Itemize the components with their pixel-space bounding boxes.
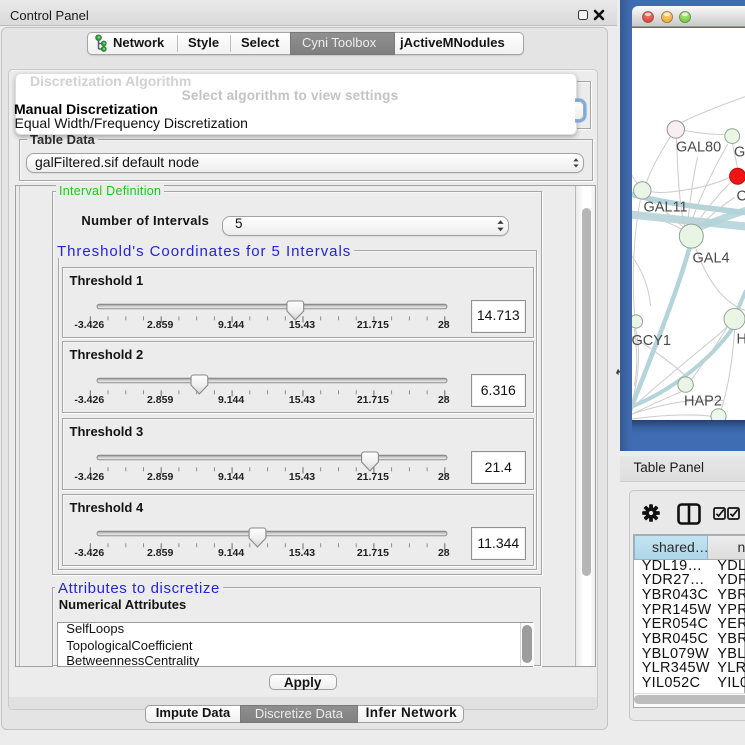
svg-text:GAL4: GAL4 (692, 250, 729, 266)
svg-text:H: H (736, 331, 745, 347)
svg-text:C: C (736, 188, 745, 204)
svg-text:GA: GA (734, 144, 745, 160)
svg-text:GAL11: GAL11 (643, 199, 687, 215)
svg-text:GCY1: GCY1 (632, 333, 671, 349)
svg-text:HAP2: HAP2 (684, 393, 722, 409)
svg-text:GAL80: GAL80 (676, 139, 721, 155)
